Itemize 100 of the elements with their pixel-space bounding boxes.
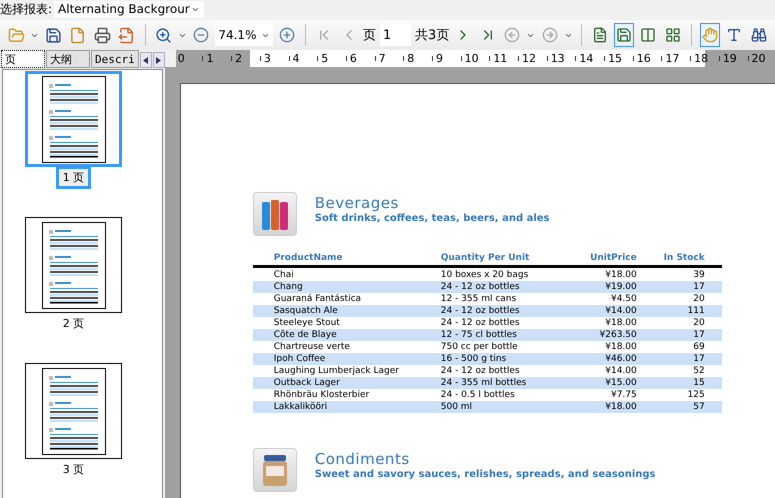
column-header: In Stock	[662, 253, 705, 263]
hand-tool-button[interactable]	[700, 23, 720, 47]
table-cell-text: Lakkalikööri	[274, 402, 328, 412]
table-cell-text: 69	[692, 342, 705, 352]
table-cell-text: Chai	[274, 270, 295, 280]
page-label: 页	[363, 27, 376, 44]
table-cell-text: 125	[686, 390, 705, 400]
table-cell-text: ¥18.00	[604, 270, 637, 280]
table-cell-text: 24 - 12 oz bottles	[440, 306, 521, 316]
table-cell-text: 17	[692, 330, 705, 340]
table-cell-text: 52	[692, 366, 705, 376]
back-icon	[504, 27, 520, 43]
ruler-number: 6	[350, 52, 357, 65]
report-select[interactable]: Alternating Backgrour	[54, 0, 204, 18]
table-cell-text: ¥4.50	[610, 294, 637, 304]
table-cell-text: ¥19.00	[604, 282, 637, 292]
page-thumbnail[interactable]	[25, 363, 122, 459]
ruler-number: 7	[378, 52, 386, 65]
table-cell-text: Sasquatch Ale	[274, 306, 339, 316]
group-subtitle: Sweet and savory sauces, relishes, spreads, and seasonings	[314, 469, 656, 480]
ruler-number: 4	[292, 52, 300, 65]
sidebar-tab[interactable]: 大纲	[46, 50, 90, 68]
save-icon	[45, 26, 62, 44]
scroll-right-button[interactable]	[152, 52, 165, 68]
group-subtitle: Soft drinks, coffees, teas, beers, and ales	[314, 213, 550, 224]
jar-icon	[262, 453, 288, 487]
zoom-in-icon	[155, 26, 172, 44]
thumbnail-label: 2 页	[62, 316, 86, 332]
text-select-icon	[726, 27, 742, 43]
ruler-number: 14	[579, 52, 594, 65]
table-cell-text: ¥14.00	[604, 306, 637, 316]
table-cell-text: Steeleye Stout	[274, 318, 341, 328]
ruler-number: 5	[321, 52, 328, 65]
table-cell-text: Guaraná Fantástica	[274, 294, 362, 304]
page-thumbnail[interactable]	[25, 71, 122, 167]
page-icon	[69, 26, 86, 44]
table-cell-text: 16 - 500 g tins	[440, 354, 508, 364]
sidebar-tab[interactable]: 页	[1, 50, 45, 68]
find-icon	[750, 27, 767, 43]
table-cell-text: 20	[692, 294, 705, 304]
table-cell-text: ¥46.00	[604, 354, 637, 364]
column-header: ProductName	[274, 253, 344, 263]
ruler-number: 11	[493, 52, 508, 65]
scroll-left-button[interactable]	[140, 52, 152, 68]
table-cell-text: Chang	[274, 282, 304, 292]
forward-icon	[542, 27, 558, 43]
table-cell-text: 17	[692, 354, 705, 364]
right-arrow-icon	[156, 56, 162, 64]
page-thumbnail[interactable]	[25, 217, 122, 313]
table-cell-text: 24 - 12 oz bottles	[440, 282, 521, 292]
ruler-number: 17	[665, 52, 680, 65]
table-cell-text: 24 - 12 oz bottles	[440, 318, 521, 328]
table-cell-text: 17	[692, 282, 705, 292]
column-header: UnitPrice	[589, 253, 637, 263]
page-total: 共3页	[415, 27, 450, 44]
table-cell-text: ¥263.50	[598, 330, 637, 340]
table-cell-text: Côte de Blaye	[274, 330, 338, 340]
column-header: Quantity Per Unit	[440, 253, 530, 263]
ruler-number: 19	[722, 52, 737, 65]
table-cell-text: 10 boxes x 20 bags	[440, 270, 530, 280]
group-title: Beverages	[314, 194, 400, 212]
plus-icon	[279, 27, 296, 43]
minus-icon	[193, 27, 210, 43]
table-cell-text: Ipoh Coffee	[274, 354, 326, 364]
printer-icon	[94, 26, 111, 44]
ruler-number: 10	[464, 52, 479, 65]
ruler-number: 0	[178, 52, 185, 65]
ruler-number: 8	[407, 52, 414, 65]
export-icon	[118, 26, 136, 44]
group-title: Condiments	[314, 450, 411, 468]
table-cell-text: 111	[686, 306, 705, 316]
table-cell-text: 24 - 0.5 l bottles	[440, 390, 516, 400]
table-cell-text: ¥18.00	[604, 402, 637, 412]
table-cell-text: Outback Lager	[274, 378, 341, 388]
ruler-number: 15	[608, 52, 622, 65]
table-cell-text: 12 - 355 ml cans	[440, 294, 518, 304]
folder-icon	[8, 26, 25, 44]
table-cell-text: Chartreuse verte	[274, 342, 351, 352]
table-cell-text: Rhönbräu Klosterbier	[274, 390, 370, 400]
table-cell-text: ¥15.00	[604, 378, 637, 388]
hand-icon	[702, 27, 718, 43]
report-select-label: 选择报表:	[0, 0, 52, 18]
page-number-field[interactable]: 1	[380, 24, 412, 46]
table-cell-text: 750 cc per bottle	[440, 342, 519, 352]
table-cell-text: 15	[692, 378, 705, 388]
table-cell-text: 57	[692, 402, 705, 412]
table-cell-text: Laughing Lumberjack Lager	[274, 366, 400, 376]
table-cell-text: 12 - 75 cl bottles	[440, 330, 518, 340]
sidebar-tab[interactable]: Descri	[91, 50, 139, 68]
table-cell-text: ¥18.00	[604, 318, 637, 328]
thumbnail-label: 3 页	[62, 462, 86, 478]
table-cell-text: 39	[692, 270, 705, 280]
table-cell-text: ¥18.00	[604, 342, 637, 352]
zoom-field[interactable]: 74.1%	[215, 24, 274, 46]
ruler-number: 12	[522, 52, 536, 65]
thumbnail-label: 1 页	[56, 166, 92, 189]
ruler-number: 20	[752, 52, 766, 65]
left-arrow-icon	[143, 56, 148, 64]
table-cell-text: 20	[692, 318, 705, 328]
ruler-number: 18	[694, 52, 708, 65]
